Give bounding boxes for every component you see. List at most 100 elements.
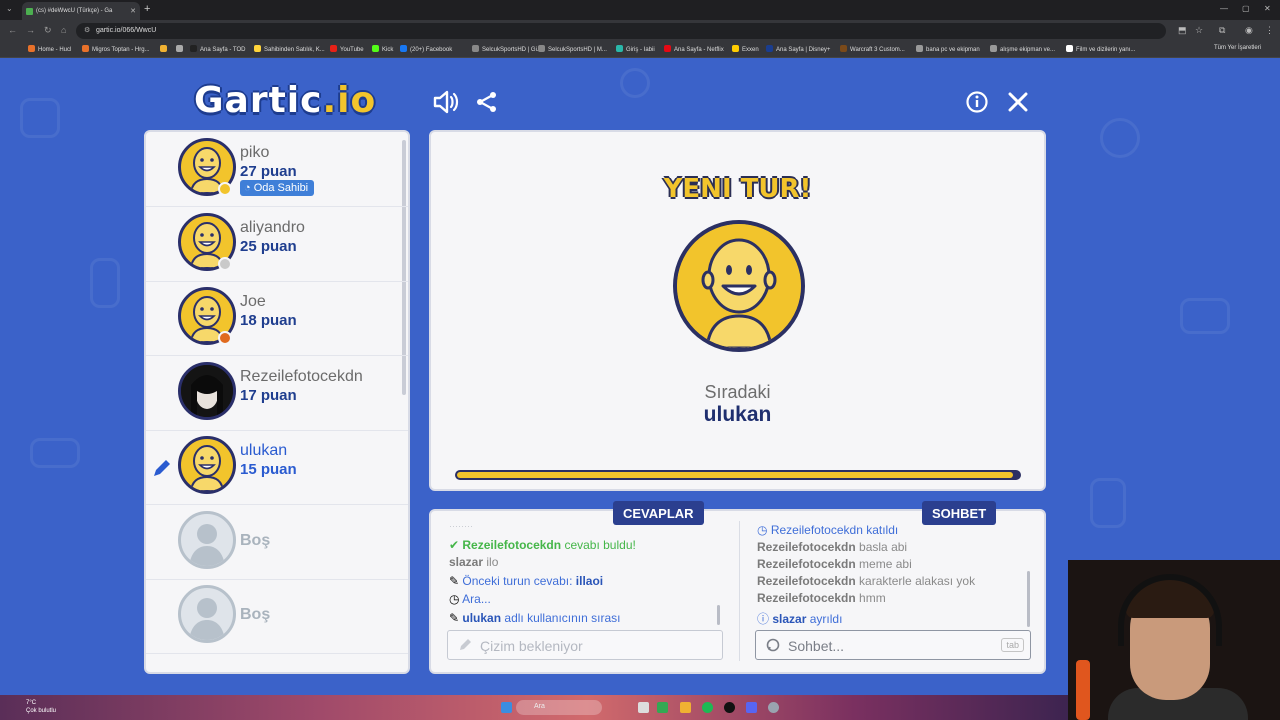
reload-icon[interactable]: ↻ xyxy=(44,25,52,36)
next-player-avatar xyxy=(673,220,805,352)
background-doodle xyxy=(620,68,650,98)
chat-message: Rezeilefotocekdn basla abi xyxy=(757,540,907,554)
tab-close-icon[interactable]: ✕ xyxy=(130,7,136,15)
bookmark-label: SelcukSportsHD | M... xyxy=(548,47,607,53)
home-icon[interactable]: ⌂ xyxy=(61,25,66,35)
bookmark-favicon-icon xyxy=(990,45,997,52)
chat-input[interactable]: Sohbet... tab xyxy=(755,630,1031,660)
player-row[interactable]: aliyandro 25 puan xyxy=(146,207,408,282)
chat-message: Rezeilefotocekdn karakterle alakası yok xyxy=(757,574,975,588)
bookmark-item[interactable]: Ana Sayfa - TOD xyxy=(190,45,245,53)
weather-widget[interactable]: 7°C Çok bulutlu xyxy=(26,699,56,715)
gartic-logo: Gartic.io xyxy=(194,80,376,121)
bookmark-favicon-icon xyxy=(916,45,923,52)
all-bookmarks-folder[interactable]: Tüm Yer İşaretleri xyxy=(1214,45,1261,51)
chat-user: Rezeilefotocekdn xyxy=(757,540,856,554)
bookmark-item[interactable]: SelcukSportsHD | M... xyxy=(538,45,607,53)
maximize-icon[interactable]: ▢ xyxy=(1242,4,1250,13)
owner-badge-label: Oda Sahibi xyxy=(253,182,309,194)
bookmark-item[interactable]: Home - Hucl xyxy=(28,45,71,53)
player-row[interactable]: piko 27 puan ◔ Oda Sahibi xyxy=(146,132,408,207)
profile-icon[interactable]: ◉ xyxy=(1245,25,1253,36)
forward-icon[interactable]: → xyxy=(26,25,35,35)
start-menu-icon[interactable] xyxy=(501,702,512,713)
answer-text: cevabı buldu! xyxy=(564,538,636,552)
chat-user: Rezeilefotocekdn xyxy=(757,557,856,571)
window-close-icon[interactable]: ✕ xyxy=(1264,4,1271,13)
chat-divider xyxy=(739,521,740,661)
discord-icon[interactable] xyxy=(746,702,757,713)
answer-message: ✔ Rezeilefotocekdn cevabı buldu! xyxy=(449,538,636,552)
bookmark-favicon-icon xyxy=(176,45,183,52)
browser-tab[interactable]: (cs) #deWwcU (Türkçe) - Ga ✕ xyxy=(22,2,140,20)
file-explorer-icon[interactable] xyxy=(680,702,691,713)
chrome-icon[interactable] xyxy=(657,702,668,713)
chat-message: ⓘ slazar ayrıldı xyxy=(757,610,842,627)
empty-player-slot[interactable]: Boş xyxy=(146,505,408,580)
minimize-icon[interactable]: — xyxy=(1220,4,1228,13)
bookmark-item[interactable] xyxy=(160,45,170,53)
answer-message: ✎ ulukan adlı kullanıcının sırası xyxy=(449,611,620,625)
menu-icon[interactable]: ⋮ xyxy=(1265,25,1274,36)
taskbar-search[interactable]: Ara xyxy=(516,700,602,715)
bookmark-item[interactable]: YouTube xyxy=(330,45,364,53)
bookmark-item[interactable] xyxy=(176,45,186,53)
round-timer-fill xyxy=(457,472,1014,478)
bookmark-star-icon[interactable]: ☆ xyxy=(1195,25,1203,36)
empty-player-slot[interactable]: Boş xyxy=(146,579,408,654)
spotify-icon[interactable] xyxy=(702,702,713,713)
extensions-icon[interactable]: ⧉ xyxy=(1219,25,1225,36)
clock-icon: ◷ xyxy=(449,592,463,606)
bookmark-item[interactable]: Migros Toptan - Hrg... xyxy=(82,45,150,53)
site-info-icon[interactable]: ⚙ xyxy=(84,26,90,34)
answers-scrollbar[interactable] xyxy=(717,605,720,625)
bookmark-item[interactable]: Giriş - Iabii xyxy=(616,45,655,53)
info-icon[interactable] xyxy=(966,91,988,113)
tab-answers[interactable]: CEVAPLAR xyxy=(613,501,704,525)
chat-scrollbar[interactable] xyxy=(1027,571,1030,627)
player-name: ulukan xyxy=(240,442,288,459)
player-row[interactable]: ulukan 15 puan xyxy=(146,430,408,505)
bookmark-label: YouTube xyxy=(340,47,364,53)
player-row[interactable]: Joe 18 puan xyxy=(146,281,408,356)
bookmark-item[interactable]: Ana Sayfa | Disney+ xyxy=(766,45,830,53)
round-card: YENI TUR! Sıradaki ulukan xyxy=(429,130,1046,491)
bookmark-label: Ana Sayfa | Disney+ xyxy=(776,47,831,53)
player-row[interactable]: Rezeilefotocekdn 17 puan xyxy=(146,356,408,431)
player-name: Rezeilefotocekdn xyxy=(240,367,363,385)
app-icon[interactable] xyxy=(768,702,779,713)
taskbar-search-label: Ara xyxy=(534,703,545,710)
bookmark-item[interactable]: Kick xyxy=(372,45,393,53)
bookmark-item[interactable]: bana pc ve ekipman xyxy=(916,45,980,53)
tab-chat[interactable]: SOHBET xyxy=(922,501,997,525)
bookmark-favicon-icon xyxy=(840,45,847,52)
bookmark-item[interactable]: Warcraft 3 Custom... xyxy=(840,45,905,53)
share-icon[interactable] xyxy=(476,91,498,113)
answer-message: ◷ Ara... xyxy=(449,592,491,606)
new-tab-icon[interactable]: + xyxy=(144,3,150,15)
install-icon[interactable]: ⬒ xyxy=(1178,25,1187,36)
obs-icon[interactable] xyxy=(724,702,735,713)
chat-message: Rezeilefotocekdn hmm xyxy=(757,591,886,605)
task-view-icon[interactable] xyxy=(638,702,649,713)
tab-search-icon[interactable]: ⌄ xyxy=(6,4,13,13)
player-name: Joe xyxy=(240,293,266,310)
answer-input[interactable]: Çizim bekleniyor xyxy=(447,630,723,660)
address-bar[interactable]: ⚙ gartic.io/066/WwcU xyxy=(76,23,1166,39)
bookmark-item[interactable]: SelcukSportsHD | Gi... xyxy=(472,45,542,53)
bookmark-item[interactable]: alışme ekipman ve... xyxy=(990,45,1055,53)
browser-tab-bar: ⌄ (cs) #deWwcU (Türkçe) - Ga ✕ + — ▢ ✕ xyxy=(0,0,1280,20)
bookmark-item[interactable]: (20+) Facebook xyxy=(400,45,452,53)
bookmark-item[interactable]: Exxen xyxy=(732,45,759,53)
answer-text: ilo xyxy=(486,555,499,569)
chat-user: slazar xyxy=(772,612,807,626)
bookmark-item[interactable]: Ana Sayfa - Netflix xyxy=(664,45,724,53)
player-name: aliyandro xyxy=(240,218,305,236)
speaker-icon[interactable] xyxy=(433,90,459,114)
bookmark-favicon-icon xyxy=(538,45,545,52)
back-icon[interactable]: ← xyxy=(8,25,17,35)
answer-user: slazar xyxy=(449,555,484,569)
bookmark-item[interactable]: Sahibinden Satılık, K... xyxy=(254,45,325,53)
bookmark-item[interactable]: Film ve dizilerin yanı... xyxy=(1066,45,1135,53)
close-icon[interactable] xyxy=(1007,91,1029,113)
